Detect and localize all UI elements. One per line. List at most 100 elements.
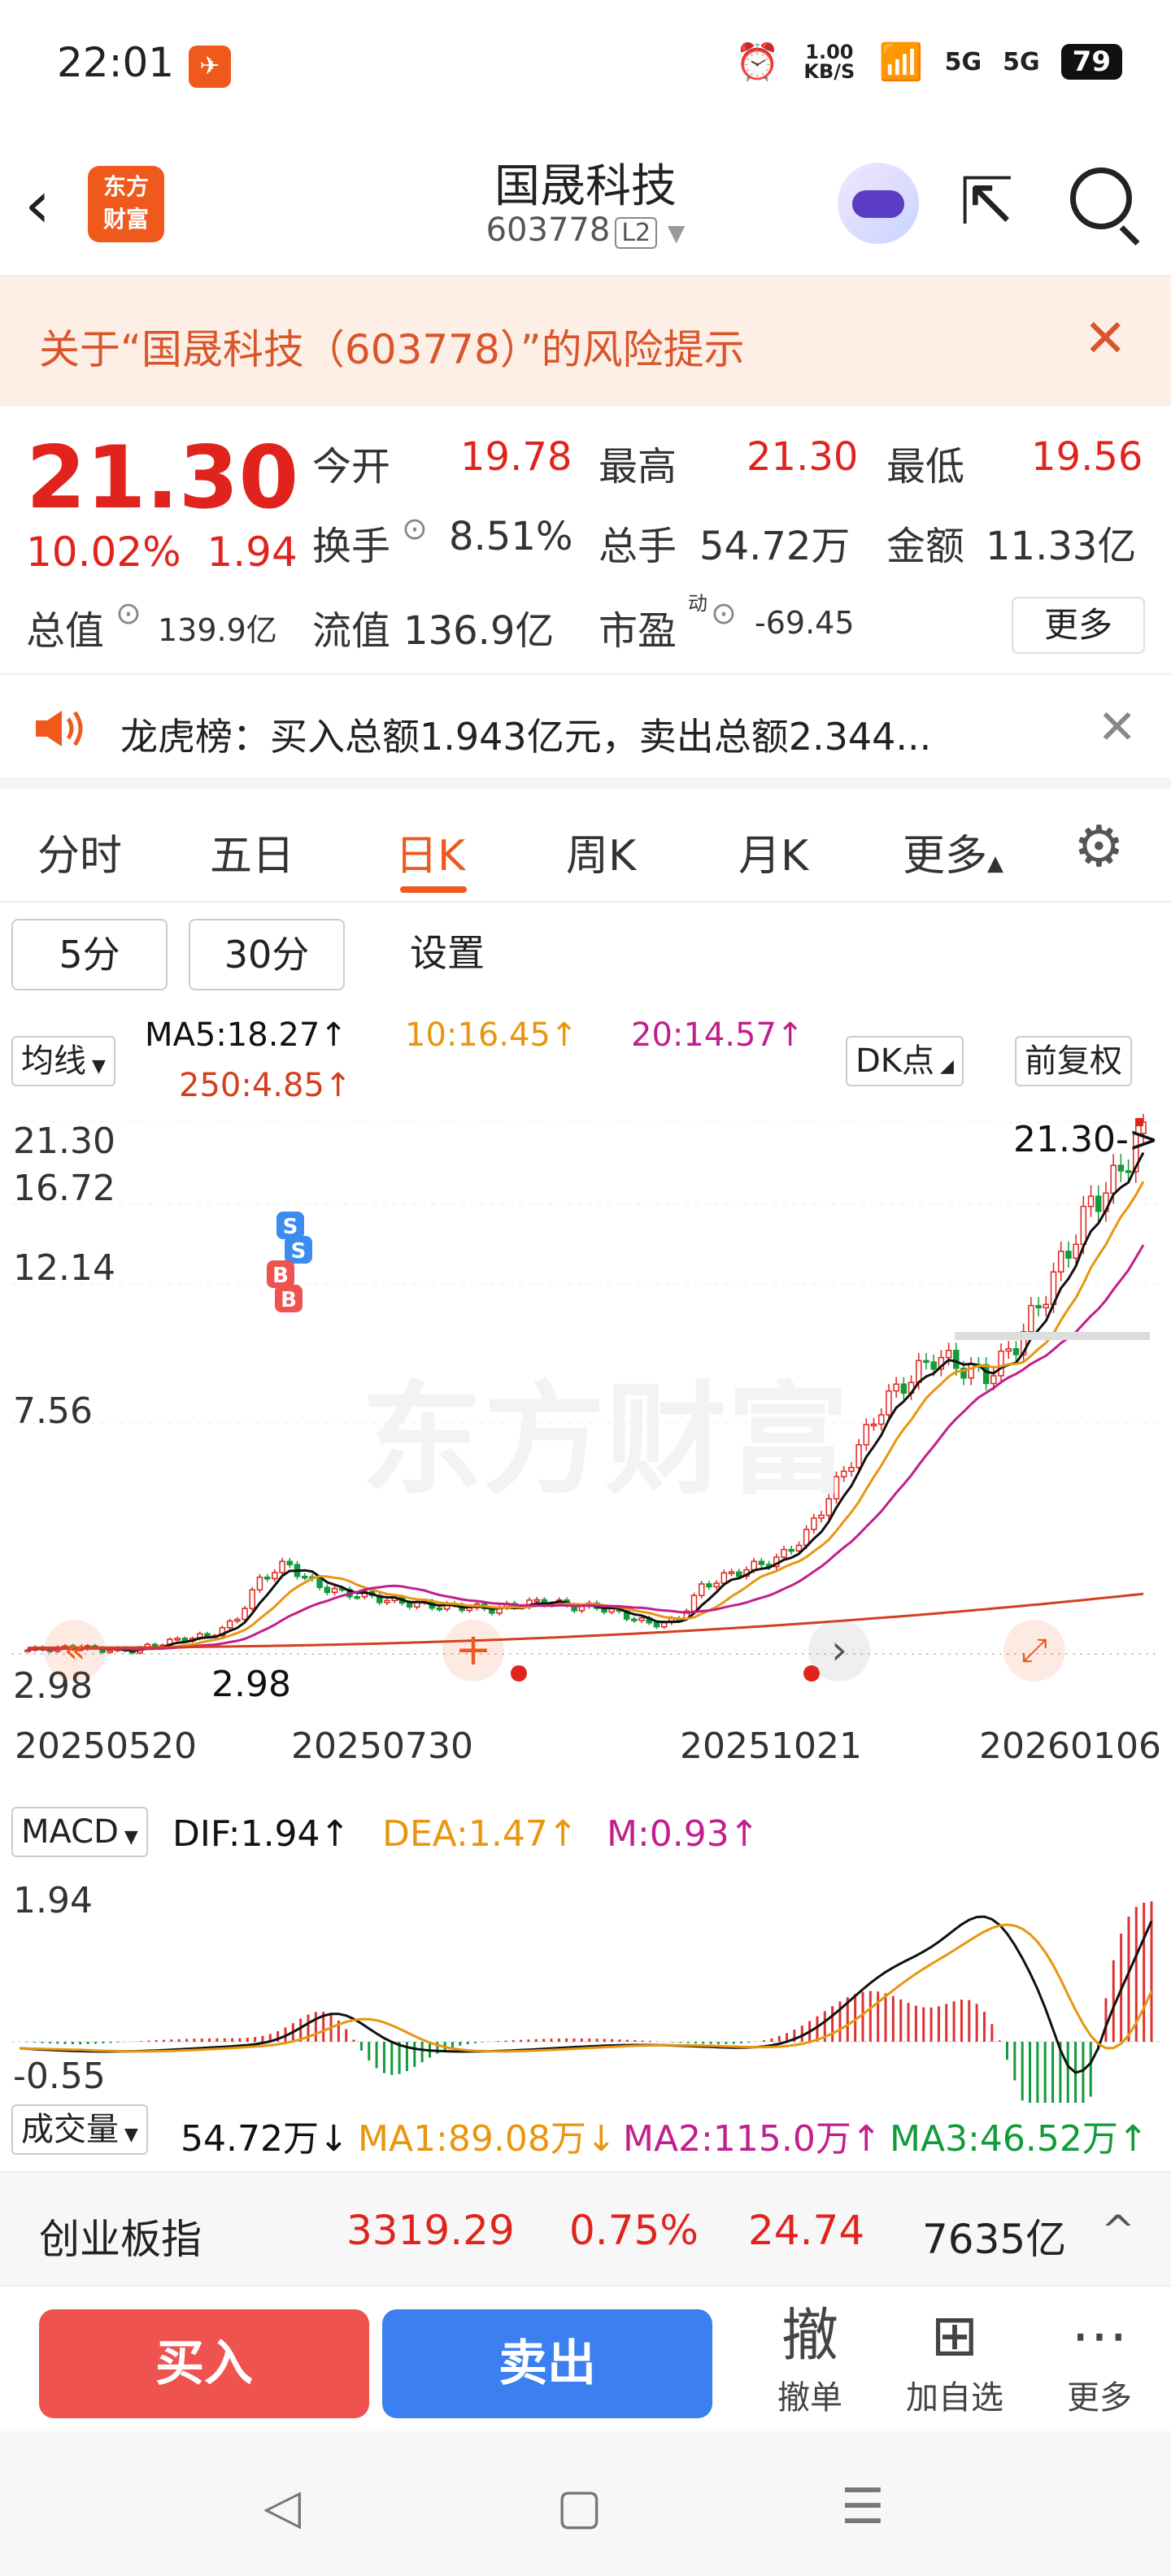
kline-tabs: 分时 五日 日K 周K 月K 更多▲ ⚙ [0,789,1171,903]
candle-body [1005,1348,1012,1352]
tab-more[interactable]: 更多▲ [903,821,1003,882]
candle-body [436,1607,443,1611]
x-tick-label: 20250730 [291,1725,473,1767]
min-price-annotation: 2.98 [211,1664,291,1705]
candle-body [930,1361,937,1370]
tab-monthly-k[interactable]: 月K [738,821,808,882]
expand-icon[interactable]: ⤢ [1003,1620,1065,1682]
speaker-icon [36,711,83,746]
interval-5min-button[interactable]: 5分 [11,919,168,990]
candle-body [736,1571,742,1577]
index-ticker-bar[interactable]: 创业板指 3319.29 0.75% 24.74 7635亿 ^ [0,2171,1171,2285]
float-value: 136.9亿 [403,608,555,654]
mcap-label: 总值 [26,608,105,654]
chevron-up-icon[interactable]: ^ [1101,2207,1135,2254]
signal-badge-label: B [281,1288,297,1312]
info-icon-3[interactable]: ⊙ [711,595,737,631]
candle-body [1043,1303,1050,1309]
scroll-left-icon[interactable]: « [44,1620,106,1682]
indicator-selector[interactable]: MACD ▼ [11,1807,148,1857]
top-nav: ‹ 东方 财富 国晟科技 603778 L2 ▼ ⇱ [0,130,1171,276]
search-icon[interactable] [1070,168,1132,229]
candle-body [301,1575,308,1579]
wifi-icon: 📶 [878,41,924,83]
ma-selector[interactable]: 均线 ▼ [11,1036,115,1086]
crosshair-icon[interactable]: + [442,1620,504,1682]
tab-intraday[interactable]: 分时 [37,821,122,882]
dea-legend: DEA:1.47↑ [382,1813,578,1855]
battery-icon: 79 [1060,44,1122,80]
low-label: 最低 [886,444,965,490]
amount-label: 金额 [886,524,965,569]
candle-body [1028,1304,1034,1333]
nav-menu-icon[interactable]: ☰ [841,2478,885,2535]
app-notification-icon: ✈ [189,46,231,88]
high-label: 最高 [599,444,677,490]
level2-badge: L2 [615,217,658,249]
turnover-label: 换手 [312,524,391,569]
buy-button[interactable]: 买入 [39,2309,369,2418]
tab-five-day[interactable]: 五日 [210,821,294,882]
adjust-selector[interactable]: 前复权 [1015,1036,1132,1086]
nav-home-icon[interactable]: ▢ [556,2478,603,2535]
candle-body [354,1595,360,1599]
dragon-tiger-notice[interactable]: 龙虎榜：买入总额1.943亿元，卖出总额2.344... ✕ [0,675,1171,789]
low-value: 19.56 [1031,434,1143,480]
candle-body [968,1364,974,1379]
candle-body [533,1599,540,1603]
chevron-down-icon-3: ▼ [118,1827,138,1847]
candle-body [788,1548,794,1552]
gear-icon[interactable]: ⚙ [1073,818,1125,875]
high-value: 21.30 [747,434,859,480]
macd-chart[interactable]: 1.94 -0.55 [11,1867,1160,2185]
signal-badge-label: B [272,1264,289,1288]
interval-30min-button[interactable]: 30分 [189,919,345,990]
tab-daily-k[interactable]: 日K [395,821,465,882]
volume-selector[interactable]: 成交量 ▼ [11,2104,148,2155]
max-price-annotation: 21.30-> [1013,1119,1159,1160]
candle-body [1035,1304,1042,1309]
alarm-icon: ⏰ [735,41,780,83]
cancel-order-button[interactable]: 撤 撤单 [753,2303,867,2418]
volume-value: 54.72万 [699,524,851,569]
candle-body [256,1576,263,1590]
more-button[interactable]: 更多 [1012,597,1145,654]
volume-legend: 54.72万↓ [181,2118,349,2160]
tab-more-label: 更多 [903,832,988,881]
candle-body [781,1548,787,1558]
candle-body [608,1608,615,1613]
triangle-up-icon: ▲ [987,851,1004,876]
candle-body [870,1423,877,1427]
y-tick-label: 12.14 [13,1247,115,1289]
info-icon-2[interactable]: ⊙ [115,595,141,631]
dk-point-selector[interactable]: DK点 ◢ [846,1036,964,1086]
x-tick-label: 20260106 [979,1725,1161,1767]
scroll-right-icon[interactable]: › [808,1620,870,1682]
ma-selector-label: 均线 [21,1042,86,1080]
risk-warning-banner[interactable]: 关于“国晟科技（603778）”的风险提示 ✕ [0,276,1171,407]
close-icon[interactable]: ✕ [1083,309,1127,369]
signal-badge-label: S [283,1215,298,1239]
risk-warning-text[interactable]: 关于“国晟科技（603778）”的风险提示 [39,317,745,376]
tab-weekly-k[interactable]: 周K [566,821,636,882]
nav-back-icon[interactable]: ◁ [263,2478,301,2535]
add-watchlist-button[interactable]: ⊞ 加自选 [898,2303,1012,2418]
candle-body [638,1617,645,1621]
sell-button[interactable]: 卖出 [382,2309,712,2418]
more-actions-button[interactable]: ⋯ 更多 [1043,2303,1156,2418]
signal-dot [511,1665,527,1682]
ai-assistant-icon[interactable] [838,163,919,244]
candle-body [406,1602,413,1608]
share-icon[interactable]: ⇱ [960,169,1014,234]
close-icon-2[interactable]: ✕ [1097,699,1137,755]
candle-body [226,1620,233,1629]
kline-chart[interactable]: SSBB 21.30 16.72 12.14 7.56 2.98 21.30->… [11,1109,1161,1813]
y-tick-label: 21.30 [13,1120,115,1162]
info-icon[interactable]: ⊙ [402,511,428,546]
candle-body [998,1350,1004,1377]
trade-action-bar: 买入 卖出 撤 撤单 ⊞ 加自选 ⋯ 更多 [0,2285,1171,2431]
float-label: 流值 [312,608,391,654]
settings-button[interactable]: 设置 [382,919,512,990]
candle-body [690,1595,698,1612]
candle-body [728,1571,735,1574]
